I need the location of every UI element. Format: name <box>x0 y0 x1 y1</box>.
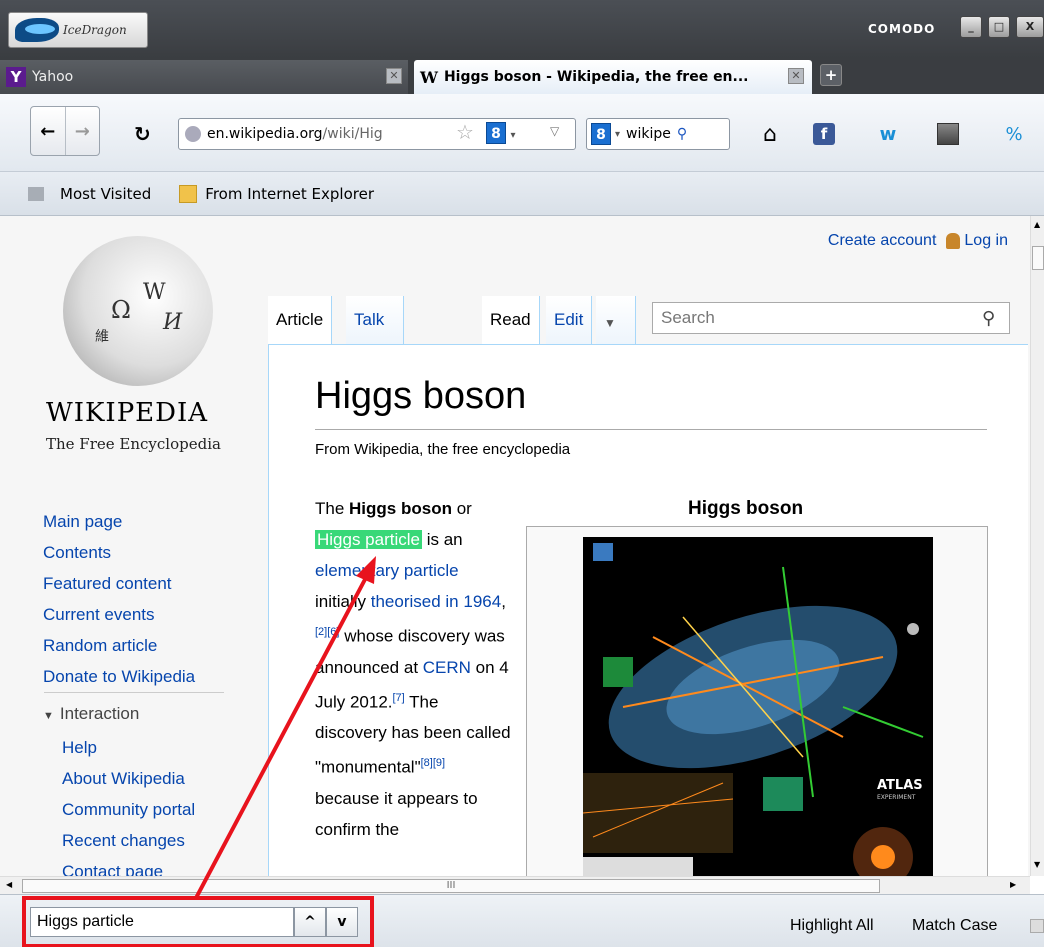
browser-window: IceDragon COMODO _ □ X Y Yahoo ✕ W Higgs… <box>0 0 1044 947</box>
annotation-arrow <box>194 556 376 899</box>
